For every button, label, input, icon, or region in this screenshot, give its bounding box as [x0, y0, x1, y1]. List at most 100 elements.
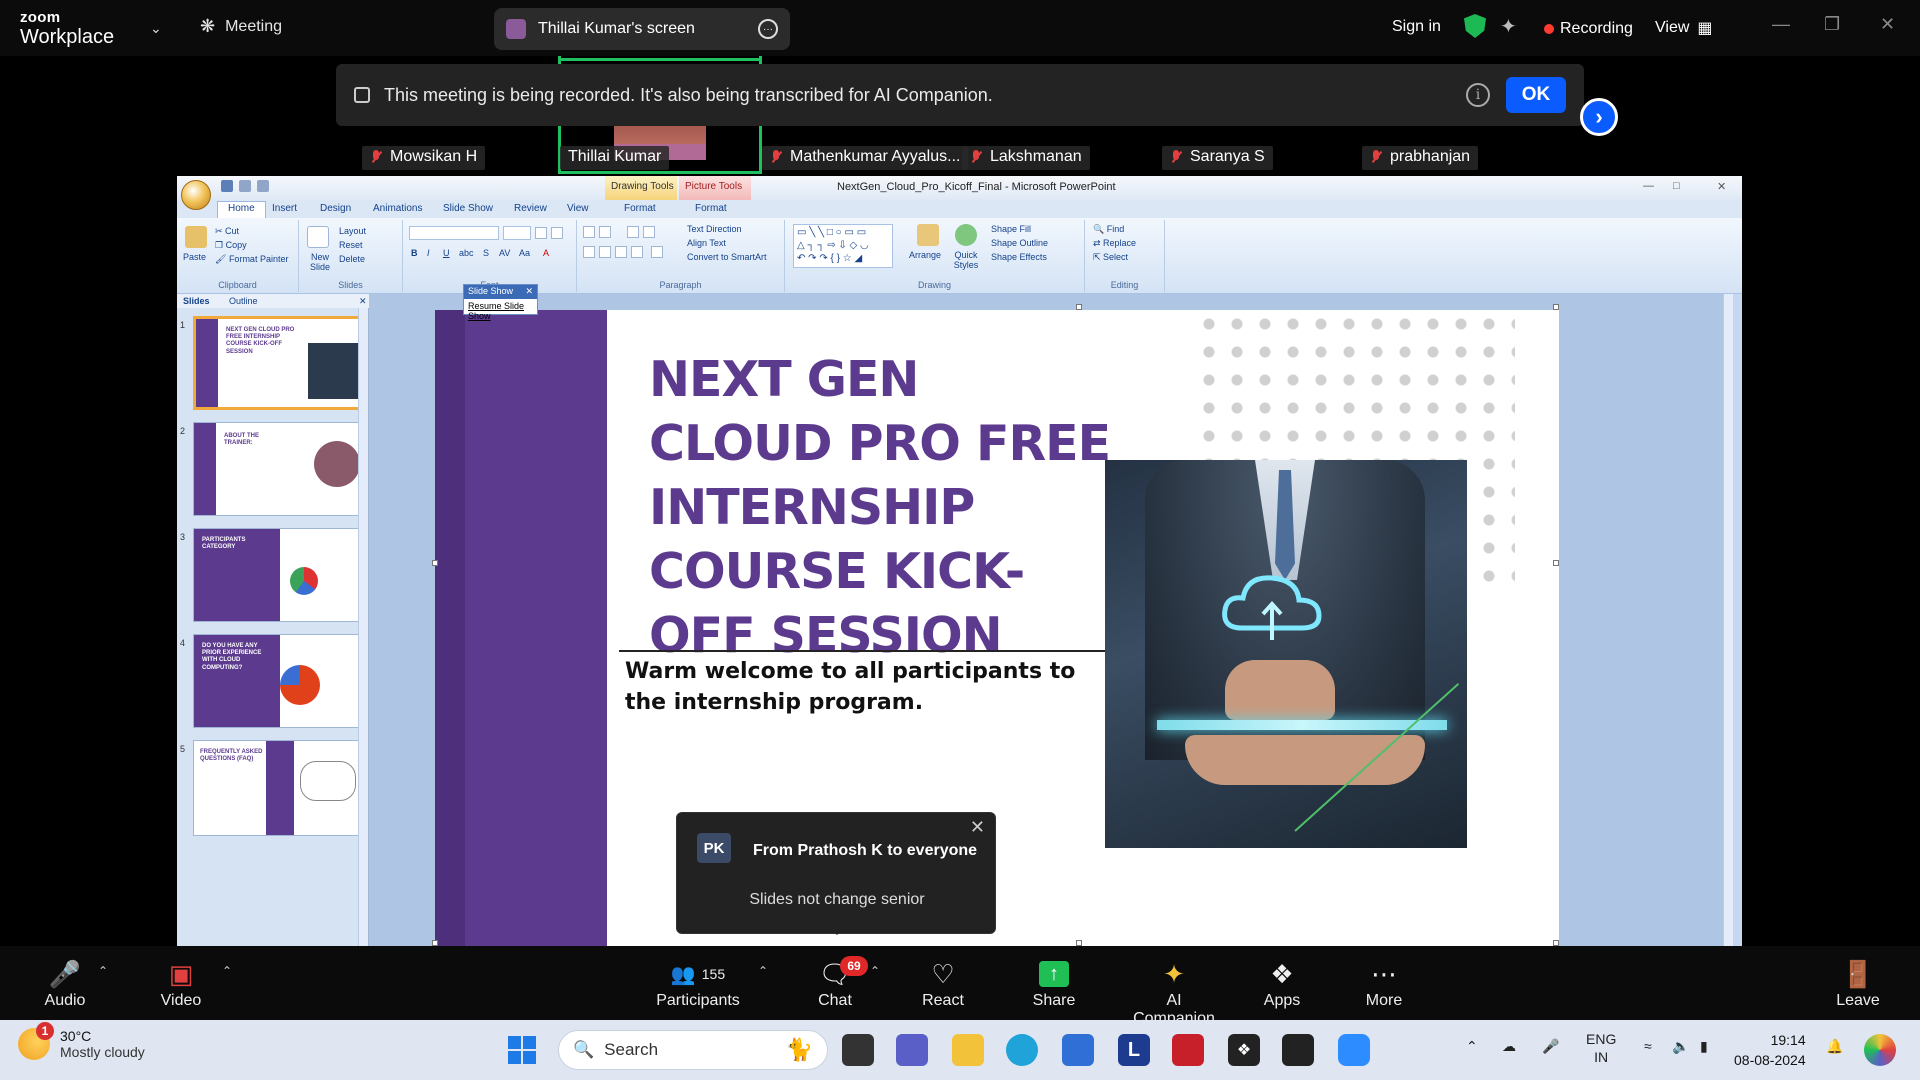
shapes-gallery[interactable]: ▭ ╲ ╲ □ ○ ▭ ▭ △ ┐ ┐ ⇨ ⇩ ◇ ◡ ↶ ↷ ↷ { } ☆ ◢ [793, 224, 893, 268]
businessman-cloud-image[interactable] [1105, 460, 1467, 848]
new-slide-button[interactable]: New Slide [303, 252, 337, 272]
participant-tile-name[interactable]: Saranya S [1162, 146, 1273, 170]
participant-tile-name[interactable]: prabhanjan [1362, 146, 1479, 170]
dropbox-icon[interactable]: ❖ [1228, 1034, 1260, 1066]
change-case-icon[interactable]: Aa [519, 248, 530, 258]
shape-outline-button[interactable]: Shape Outline [991, 238, 1048, 248]
align-left-icon[interactable] [583, 246, 595, 258]
participant-tile-name[interactable]: Mathenkumar Ayyalus... [762, 146, 969, 170]
language-indicator[interactable]: ENG IN [1586, 1030, 1616, 1066]
selection-handle[interactable] [1076, 304, 1082, 310]
increase-indent-icon[interactable] [643, 226, 655, 238]
slide-thumbnail[interactable]: FREQUENTLY ASKED QUESTIONS (FAQ) [193, 740, 361, 836]
tab-insert[interactable]: Insert [272, 203, 297, 214]
align-right-icon[interactable] [615, 246, 627, 258]
ai-sparkle-icon[interactable]: ✦ [1500, 14, 1517, 39]
shrink-font-icon[interactable] [551, 227, 563, 239]
selection-handle[interactable] [1553, 560, 1559, 566]
ppt-close-icon[interactable]: ✕ [1717, 180, 1726, 193]
reset-button[interactable]: Reset [339, 240, 363, 250]
volume-icon[interactable]: 🔈 [1672, 1038, 1689, 1055]
view-button[interactable]: View ▦ [1655, 18, 1713, 38]
participant-tile-name[interactable]: Mowsikan H [362, 146, 486, 170]
next-page-arrow-icon[interactable]: › [1580, 98, 1618, 136]
quick-styles-icon[interactable] [955, 224, 977, 246]
info-icon[interactable]: i [1466, 83, 1490, 107]
maximize-icon[interactable]: ❐ [1824, 14, 1840, 35]
cut-button[interactable]: ✂ Cut [215, 226, 239, 237]
app-icon[interactable] [1282, 1034, 1314, 1066]
participant-tile-name[interactable]: Lakshmanan [962, 146, 1090, 170]
slide-show-toolbar-close-icon[interactable]: ✕ [525, 286, 533, 298]
layout-button[interactable]: Layout [339, 226, 366, 236]
more-options-icon[interactable]: ··· [758, 19, 778, 39]
weather-widget[interactable]: 1 30°C Mostly cloudy [18, 1022, 145, 1060]
redo-icon[interactable] [257, 180, 269, 192]
audio-options-caret[interactable]: ⌃ [98, 964, 108, 978]
react-button[interactable]: ♡ React [920, 956, 966, 1010]
arrange-icon[interactable] [917, 224, 939, 246]
mcafee-icon[interactable] [1172, 1034, 1204, 1066]
microphone-icon[interactable]: 🎤 [1542, 1038, 1559, 1055]
convert-smartart-button[interactable]: Convert to SmartArt [687, 252, 767, 262]
recording-indicator[interactable]: Recording [1544, 20, 1633, 38]
l-app-icon[interactable]: L [1118, 1034, 1150, 1066]
sign-in-button[interactable]: Sign in [1392, 18, 1441, 36]
find-button[interactable]: 🔍 Find [1093, 224, 1124, 235]
delete-button[interactable]: Delete [339, 254, 365, 264]
tab-review[interactable]: Review [514, 203, 547, 214]
char-spacing-icon[interactable]: AV [499, 248, 510, 258]
selection-handle[interactable] [432, 560, 438, 566]
paste-button[interactable]: Paste [183, 252, 206, 262]
numbering-icon[interactable] [599, 226, 611, 238]
slide-thumbnail[interactable]: PARTICIPANTS CATEGORY [193, 528, 361, 622]
ppt-minimize-icon[interactable]: — [1643, 180, 1654, 192]
format-painter-button[interactable]: 🖌 Format Painter [215, 254, 288, 265]
arrange-button[interactable]: Arrange [909, 250, 941, 260]
file-explorer-icon[interactable] [952, 1034, 984, 1066]
shape-effects-button[interactable]: Shape Effects [991, 252, 1047, 262]
more-button[interactable]: ⋯ More [1364, 956, 1404, 1010]
screen-share-pill[interactable]: Thillai Kumar's screen ··· [494, 8, 790, 50]
tab-format-drawing[interactable]: Format [624, 203, 656, 214]
columns-icon[interactable] [651, 246, 663, 258]
tab-design[interactable]: Design [320, 203, 351, 214]
taskbar-search[interactable]: 🔍 Search 🐈 [558, 1030, 828, 1070]
video-button[interactable]: ▣ Video [158, 956, 204, 1010]
underline-icon[interactable]: U [443, 248, 450, 258]
copilot-icon[interactable] [1864, 1034, 1896, 1066]
copy-button[interactable]: ❐ Copy [215, 240, 247, 251]
italic-icon[interactable]: I [427, 248, 430, 258]
align-center-icon[interactable] [599, 246, 611, 258]
teams-icon[interactable] [896, 1034, 928, 1066]
slide-subtitle[interactable]: Warm welcome to all participants to the … [625, 656, 1105, 718]
paste-icon[interactable] [185, 226, 207, 248]
grow-font-icon[interactable] [535, 227, 547, 239]
tab-view[interactable]: View [567, 203, 589, 214]
store-icon[interactable] [1062, 1034, 1094, 1066]
audio-button[interactable]: 🎤 Audio [42, 956, 88, 1010]
onedrive-cloud-icon[interactable]: ☁ [1502, 1038, 1516, 1055]
bold-icon[interactable]: B [411, 248, 418, 258]
justify-icon[interactable] [631, 246, 643, 258]
share-button[interactable]: ↑ Share [1032, 956, 1076, 1010]
strikethrough-icon[interactable]: abc [459, 248, 474, 258]
windows-start-icon[interactable] [508, 1036, 536, 1064]
office-button-icon[interactable] [181, 180, 211, 210]
tab-slide-show[interactable]: Slide Show [443, 203, 493, 214]
shape-fill-button[interactable]: Shape Fill [991, 224, 1031, 234]
chat-notification[interactable]: PK From Prathosh K to everyone Slides no… [676, 812, 996, 935]
participants-button[interactable]: 👥 155 Participants [654, 956, 742, 1010]
apps-button[interactable]: ❖ Apps [1262, 956, 1302, 1010]
video-options-caret[interactable]: ⌃ [222, 964, 232, 978]
leave-button[interactable]: 🚪 Leave [1836, 956, 1880, 1010]
ok-button[interactable]: OK [1506, 77, 1566, 113]
minimize-icon[interactable]: — [1772, 14, 1790, 35]
close-icon[interactable]: ✕ [1880, 14, 1895, 35]
bullets-icon[interactable] [583, 226, 595, 238]
replace-button[interactable]: ⇄ Replace [1093, 238, 1136, 249]
participants-options-caret[interactable]: ⌃ [758, 964, 768, 978]
font-size-field[interactable] [503, 226, 531, 240]
shadow-icon[interactable]: S [483, 248, 489, 258]
tab-slides[interactable]: Slides [183, 296, 210, 306]
